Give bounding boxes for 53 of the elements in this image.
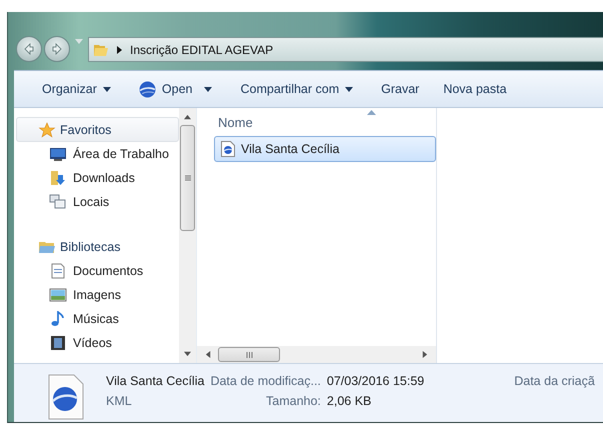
nav-item[interactable]: Downloads xyxy=(16,166,179,190)
field-value: 07/03/2016 15:59 xyxy=(326,374,424,388)
nav-item[interactable]: Locais xyxy=(16,190,179,214)
forward-arrow-icon xyxy=(50,42,64,56)
field-value: 2,06 KB xyxy=(326,394,372,408)
file-type: KML xyxy=(106,394,133,408)
nav-item[interactable]: Músicas xyxy=(16,307,179,331)
caret-icon xyxy=(204,86,212,92)
history-caret-icon[interactable] xyxy=(75,38,83,44)
scroll-arrow-icon[interactable] xyxy=(205,351,212,358)
column-header[interactable]: Nome xyxy=(214,108,436,136)
scroll-thumb[interactable] xyxy=(218,347,280,362)
open-button[interactable]: Open xyxy=(128,76,222,102)
horizontal-scrollbar[interactable] xyxy=(197,346,436,363)
star-icon xyxy=(38,122,56,138)
toolbar-button[interactable]: Gravar xyxy=(371,78,430,100)
forward-button[interactable] xyxy=(44,36,70,62)
scroll-arrow-icon[interactable] xyxy=(421,351,428,358)
nav-item[interactable]: Imagens xyxy=(16,283,179,307)
caret-icon xyxy=(102,86,111,92)
menu-button[interactable]: Compartilhar com xyxy=(230,78,364,100)
nav-item[interactable]: Vídeos xyxy=(16,331,179,355)
vertical-scrollbar[interactable] xyxy=(179,108,196,363)
file-row[interactable]: Vila Santa Cecília xyxy=(214,136,436,162)
back-arrow-icon xyxy=(22,42,36,56)
nav-item[interactable]: Documentos xyxy=(16,259,179,283)
globe-icon xyxy=(138,80,156,98)
back-button[interactable] xyxy=(16,36,42,62)
document-icon xyxy=(49,263,67,279)
computer-icon xyxy=(49,194,67,210)
monitor-icon xyxy=(49,146,67,162)
nav-group[interactable]: Favoritos xyxy=(16,117,179,142)
scroll-arrow-icon[interactable] xyxy=(184,114,191,121)
image-icon xyxy=(49,287,67,303)
file-name: Vila Santa Cecília xyxy=(106,374,204,388)
nav-item[interactable]: Área de Trabalho xyxy=(16,142,179,166)
film-icon xyxy=(49,335,67,351)
chevron-icon xyxy=(117,46,122,54)
scroll-arrow-icon[interactable] xyxy=(184,350,191,357)
field-label: Data da criaçã xyxy=(514,374,595,388)
kml-file-icon xyxy=(48,374,84,420)
kml-file-icon xyxy=(221,141,235,157)
field-label: Data de modificaç... xyxy=(210,374,321,388)
toolbar-button[interactable]: Nova pasta xyxy=(433,78,517,100)
caret-icon xyxy=(345,86,354,92)
scroll-thumb[interactable] xyxy=(180,124,195,230)
field-label: Tamanho: xyxy=(265,394,321,408)
menu-button[interactable]: Organizar xyxy=(32,78,121,100)
nav-group[interactable]: Bibliotecas xyxy=(16,234,179,259)
music-note-icon xyxy=(49,311,67,327)
download-folder-icon xyxy=(49,170,67,186)
breadcrumb[interactable]: Inscrição EDITAL AGEVAP xyxy=(130,42,274,56)
address-bar[interactable]: Inscrição EDITAL AGEVAP xyxy=(88,37,603,62)
